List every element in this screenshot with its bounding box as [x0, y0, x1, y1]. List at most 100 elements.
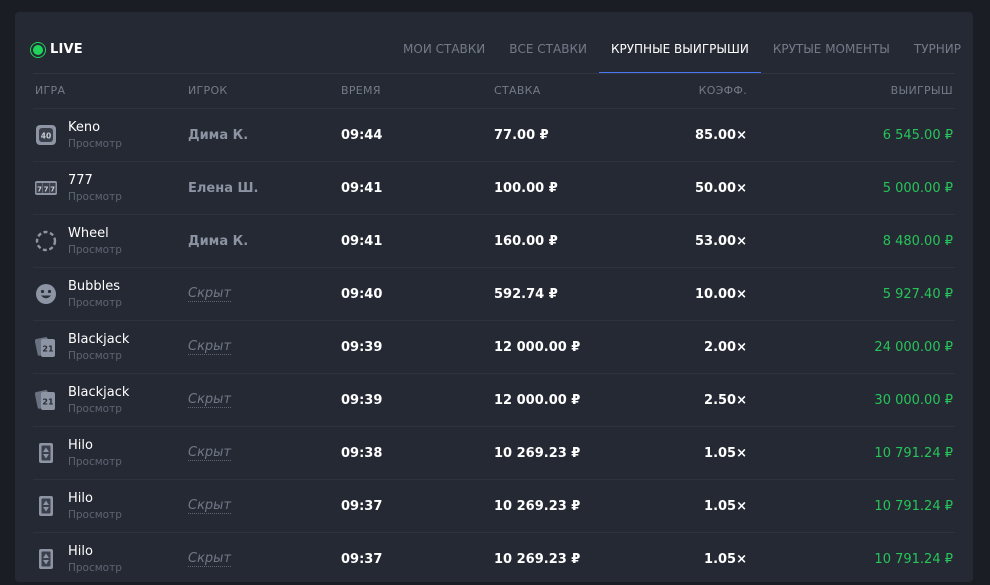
column-player: ИГРОК [188, 84, 228, 97]
game-name[interactable]: Hilo [68, 491, 93, 506]
panel-header: LIVE МОИ СТАВКИ ВСЕ СТАВКИ КРУПНЫЕ ВЫИГР… [15, 12, 973, 73]
win-amount: 8 480.00 ₽ [882, 234, 953, 249]
tab-big-wins[interactable]: КРУПНЫЕ ВЫИГРЫШИ [598, 12, 761, 73]
game-name[interactable]: Blackjack [68, 385, 129, 400]
win-amount: 5 927.40 ₽ [882, 287, 953, 302]
bets-panel: LIVE МОИ СТАВКИ ВСЕ СТАВКИ КРУПНЫЕ ВЫИГР… [15, 12, 973, 582]
table-header: ИГРА ИГРОК ВРЕМЯ СТАВКА КОЭФФ. ВЫИГРЫШ [33, 74, 955, 108]
game-view-link[interactable]: Просмотр [68, 191, 122, 203]
blackjack-cards-icon: 21 [34, 336, 57, 358]
bets-table-body: 40 Keno Просмотр Дима К. 09:44 77.00 ₽ 85.00× 6… [33, 108, 955, 585]
smiley-icon [35, 283, 57, 305]
tab-my-bets[interactable]: МОИ СТАВКИ [391, 12, 497, 73]
player-name: Скрыт [188, 339, 232, 355]
table-row: 21 Blackjack Просмотр Скрыт 09:39 12 000.00 ₽… [33, 320, 955, 373]
game-view-link[interactable]: Просмотр [68, 509, 122, 521]
multiplier: 2.00× [704, 340, 747, 355]
keno-icon: 40 [35, 124, 57, 146]
player-name[interactable]: Дима К. [188, 128, 248, 143]
table-row: Bubbles Просмотр Скрыт 09:40 592.74 ₽ 10.00× 5… [33, 267, 955, 320]
game-view-link[interactable]: Просмотр [68, 350, 122, 362]
game-view-link[interactable]: Просмотр [68, 297, 122, 309]
svg-text:21: 21 [42, 345, 54, 354]
game-name[interactable]: Keno [68, 120, 100, 135]
svg-text:7: 7 [37, 186, 42, 194]
win-amount: 6 545.00 ₽ [882, 128, 953, 143]
tab-tournament[interactable]: ТУРНИР [902, 12, 973, 73]
column-coef: КОЭФФ. [698, 84, 747, 97]
bet-time: 09:39 [341, 340, 383, 355]
bet-amount: 10 269.23 ₽ [494, 446, 581, 461]
bet-time: 09:40 [341, 287, 383, 302]
multiplier: 1.05× [704, 499, 747, 514]
multiplier: 50.00× [694, 181, 747, 196]
win-amount: 10 791.24 ₽ [874, 499, 953, 514]
bet-amount: 12 000.00 ₽ [494, 393, 581, 408]
live-dot-icon [33, 44, 43, 55]
tab-all-bets[interactable]: ВСЕ СТАВКИ [497, 12, 599, 73]
svg-text:7: 7 [44, 186, 49, 194]
game-view-link[interactable]: Просмотр [68, 403, 122, 415]
tab-bar: МОИ СТАВКИ ВСЕ СТАВКИ КРУПНЫЕ ВЫИГРЫШИ К… [391, 12, 973, 73]
tab-cool-moments[interactable]: КРУТЫЕ МОМЕНТЫ [761, 12, 902, 73]
player-name[interactable]: Дима К. [188, 234, 248, 249]
table-row: Hilo Просмотр Скрыт 09:37 10 269.23 ₽ 1.05× 10… [33, 479, 955, 532]
player-name: Скрыт [188, 445, 232, 461]
win-amount: 10 791.24 ₽ [874, 446, 953, 461]
table-row: Wheel Просмотр Дима К. 09:41 160.00 ₽ 53.00× 8… [33, 214, 955, 267]
slots-777-icon: 777 [35, 177, 57, 199]
multiplier: 1.05× [704, 446, 747, 461]
multiplier: 2.50× [704, 393, 747, 408]
bet-time: 09:38 [341, 446, 383, 461]
game-name[interactable]: Blackjack [68, 332, 129, 347]
game-name[interactable]: Bubbles [68, 279, 120, 294]
player-name[interactable]: Елена Ш. [188, 181, 259, 196]
hilo-card-icon [35, 442, 57, 464]
game-view-link[interactable]: Просмотр [68, 562, 122, 574]
game-view-link[interactable]: Просмотр [68, 138, 122, 150]
bet-amount: 592.74 ₽ [494, 287, 558, 302]
bet-time: 09:39 [341, 393, 383, 408]
bet-amount: 12 000.00 ₽ [494, 340, 581, 355]
bet-time: 09:41 [341, 234, 383, 249]
column-bet: СТАВКА [494, 84, 541, 97]
multiplier: 85.00× [694, 128, 747, 143]
table-row: Hilo Просмотр Скрыт 09:38 10 269.23 ₽ 1.05× 10… [33, 426, 955, 479]
bet-time: 09:44 [341, 128, 383, 143]
multiplier: 53.00× [694, 234, 747, 249]
game-name[interactable]: Wheel [68, 226, 109, 241]
hilo-card-icon [35, 548, 57, 570]
blackjack-cards-icon: 21 [34, 389, 57, 411]
column-win: ВЫИГРЫШ [890, 84, 953, 97]
win-amount: 24 000.00 ₽ [874, 340, 953, 355]
player-name: Скрыт [188, 498, 232, 514]
table-row: Hilo Просмотр Скрыт 09:37 10 269.23 ₽1.05× 10… [33, 532, 955, 585]
hilo-card-icon [35, 495, 57, 517]
wheel-icon [35, 230, 57, 252]
svg-text:7: 7 [50, 186, 55, 194]
column-time: ВРЕМЯ [341, 84, 381, 97]
table-row: 7 7 7 777 Просмотр Елена Ш. 09:41 100.00 ₽50.00… [33, 161, 955, 214]
svg-text:21: 21 [42, 398, 54, 407]
table-row: 21 Blackjack Просмотр Скрыт 09:39 12 000.00 ₽… [33, 373, 955, 426]
player-name: Скрыт [188, 286, 232, 302]
column-game: ИГРА [35, 84, 66, 97]
win-amount: 30 000.00 ₽ [874, 393, 953, 408]
game-name[interactable]: Hilo [68, 438, 93, 453]
game-view-link[interactable]: Просмотр [68, 244, 122, 256]
bet-amount: 160.00 ₽ [494, 234, 558, 249]
bet-amount: 10 269.23 ₽ [494, 499, 581, 514]
bet-time: 09:37 [341, 499, 383, 514]
game-name[interactable]: 777 [68, 173, 93, 188]
win-amount: 5 000.00 ₽ [882, 181, 953, 196]
live-indicator: LIVE [33, 42, 83, 57]
multiplier: 10.00× [694, 287, 747, 302]
svg-text:40: 40 [41, 132, 51, 141]
game-name[interactable]: Hilo [68, 544, 93, 559]
bet-time: 09:41 [341, 181, 383, 196]
bet-amount: 100.00 ₽ [494, 181, 558, 196]
live-label: LIVE [50, 42, 83, 57]
player-name: Скрыт [188, 392, 232, 408]
game-view-link[interactable]: Просмотр [68, 456, 122, 468]
table-row: 40 Keno Просмотр Дима К. 09:44 77.00 ₽ 85.00× 6… [33, 108, 955, 161]
